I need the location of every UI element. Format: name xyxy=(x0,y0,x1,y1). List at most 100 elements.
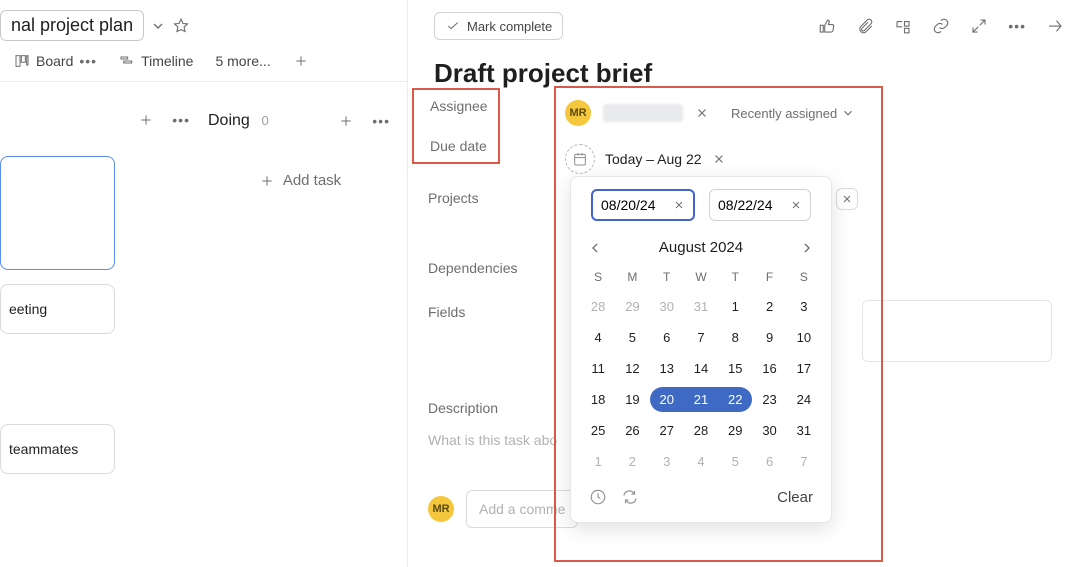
calendar-day[interactable]: 16 xyxy=(752,356,786,381)
calendar-day[interactable]: 10 xyxy=(787,325,821,350)
calendar-day[interactable]: 22 xyxy=(718,387,752,412)
board-area: nal project plan Board ••• Timeline 5 mo… xyxy=(0,0,408,567)
calendar-day[interactable]: 15 xyxy=(718,356,752,381)
project-title[interactable]: nal project plan xyxy=(0,10,144,41)
close-pane-icon[interactable] xyxy=(1046,17,1064,35)
clock-icon[interactable] xyxy=(589,488,607,506)
add-card-icon[interactable] xyxy=(138,112,154,128)
dow-label: W xyxy=(684,266,718,288)
mark-complete-label: Mark complete xyxy=(467,19,552,34)
calendar-day[interactable]: 19 xyxy=(615,387,649,412)
tab-board[interactable]: Board ••• xyxy=(14,53,97,69)
column-doing: Doing 0 ••• Add task xyxy=(200,112,400,474)
timeline-icon xyxy=(119,53,135,69)
calendar-day[interactable]: 1 xyxy=(718,294,752,319)
calendar-day[interactable]: 6 xyxy=(650,325,684,350)
highlight-datepicker: August 2024 SMTWTFS282930311234567891011… xyxy=(554,86,883,562)
expand-icon[interactable] xyxy=(970,17,988,35)
calendar-day[interactable]: 23 xyxy=(752,387,786,412)
description-placeholder[interactable]: What is this task abo xyxy=(428,432,557,448)
mark-complete-button[interactable]: Mark complete xyxy=(434,12,563,40)
column-left: ••• eeting teammates xyxy=(0,112,200,474)
calendar-day[interactable]: 30 xyxy=(752,418,786,443)
dow-label: S xyxy=(787,266,821,288)
calendar-day[interactable]: 27 xyxy=(650,418,684,443)
calendar-day[interactable]: 2 xyxy=(752,294,786,319)
calendar-day[interactable]: 18 xyxy=(581,387,615,412)
task-card-teammates[interactable]: teammates xyxy=(0,424,115,474)
calendar-day[interactable]: 6 xyxy=(752,449,786,474)
calendar-day[interactable]: 31 xyxy=(787,418,821,443)
more-actions-icon[interactable]: ••• xyxy=(1008,18,1026,34)
dow-label: T xyxy=(718,266,752,288)
calendar-day[interactable]: 1 xyxy=(581,449,615,474)
calendar-day[interactable]: 9 xyxy=(752,325,786,350)
calendar-day[interactable]: 13 xyxy=(650,356,684,381)
column-doing-count: 0 xyxy=(261,113,268,128)
calendar-day[interactable]: 4 xyxy=(684,449,718,474)
calendar-day[interactable]: 14 xyxy=(684,356,718,381)
star-icon[interactable] xyxy=(172,17,190,35)
calendar-day[interactable]: 2 xyxy=(615,449,649,474)
next-month-icon[interactable] xyxy=(799,240,815,256)
calendar-day[interactable]: 7 xyxy=(684,325,718,350)
start-date-field[interactable] xyxy=(601,197,665,213)
calendar-day[interactable]: 8 xyxy=(718,325,752,350)
calendar-day[interactable]: 5 xyxy=(718,449,752,474)
clear-end-icon[interactable] xyxy=(790,199,802,211)
calendar-day[interactable]: 3 xyxy=(787,294,821,319)
calendar-day[interactable]: 25 xyxy=(581,418,615,443)
calendar-day[interactable]: 26 xyxy=(615,418,649,443)
calendar-day[interactable]: 3 xyxy=(650,449,684,474)
calendar-day[interactable]: 4 xyxy=(581,325,615,350)
calendar-day[interactable]: 11 xyxy=(581,356,615,381)
column-doing-name: Doing xyxy=(208,112,250,129)
calendar-day[interactable]: 20 xyxy=(650,387,684,412)
comment-placeholder: Add a comme xyxy=(479,501,565,517)
chevron-down-icon[interactable] xyxy=(150,18,166,34)
tab-timeline[interactable]: Timeline xyxy=(119,53,193,69)
tab-timeline-label: Timeline xyxy=(141,53,193,69)
calendar-day[interactable]: 29 xyxy=(615,294,649,319)
calendar-day[interactable]: 30 xyxy=(650,294,684,319)
add-view-icon[interactable] xyxy=(293,53,309,69)
end-date-field[interactable] xyxy=(718,197,782,213)
task-card-teammates-label: teammates xyxy=(9,441,78,457)
view-tabs: Board ••• Timeline 5 more... xyxy=(0,47,407,82)
column-menu-icon[interactable]: ••• xyxy=(372,113,390,129)
dow-label: F xyxy=(752,266,786,288)
like-icon[interactable] xyxy=(818,17,836,35)
clear-button[interactable]: Clear xyxy=(777,489,813,506)
tab-more[interactable]: 5 more... xyxy=(215,53,270,69)
task-card-meeting[interactable]: eeting xyxy=(0,284,115,334)
clear-start-icon[interactable] xyxy=(673,199,685,211)
check-icon xyxy=(445,18,461,34)
calendar-day[interactable]: 17 xyxy=(787,356,821,381)
link-icon[interactable] xyxy=(932,17,950,35)
calendar-header: August 2024 xyxy=(581,231,821,260)
calendar-day[interactable]: 21 xyxy=(684,387,718,412)
tab-board-menu-icon[interactable]: ••• xyxy=(79,53,97,69)
add-card-icon[interactable] xyxy=(338,113,354,129)
column-menu-icon[interactable]: ••• xyxy=(172,112,190,128)
prev-month-icon[interactable] xyxy=(587,240,603,256)
task-card-selected[interactable] xyxy=(0,156,115,270)
attachment-icon[interactable] xyxy=(856,17,874,35)
calendar-day[interactable]: 24 xyxy=(787,387,821,412)
calendar-day[interactable]: 7 xyxy=(787,449,821,474)
repeat-icon[interactable] xyxy=(621,488,639,506)
calendar-day[interactable]: 28 xyxy=(684,418,718,443)
start-date-input[interactable] xyxy=(591,189,695,221)
end-date-input[interactable] xyxy=(709,189,811,221)
calendar-day[interactable]: 31 xyxy=(684,294,718,319)
add-task-button[interactable]: Add task xyxy=(200,172,400,189)
column-left-head: ••• xyxy=(0,112,200,128)
calendar-day[interactable]: 29 xyxy=(718,418,752,443)
highlight-assignee-duedate: Assignee Due date xyxy=(412,88,500,164)
board-columns: ••• eeting teammates Doing 0 ••• xyxy=(0,82,407,474)
plus-icon xyxy=(259,173,275,189)
calendar-day[interactable]: 28 xyxy=(581,294,615,319)
calendar-day[interactable]: 12 xyxy=(615,356,649,381)
calendar-day[interactable]: 5 xyxy=(615,325,649,350)
subtask-icon[interactable] xyxy=(894,17,912,35)
